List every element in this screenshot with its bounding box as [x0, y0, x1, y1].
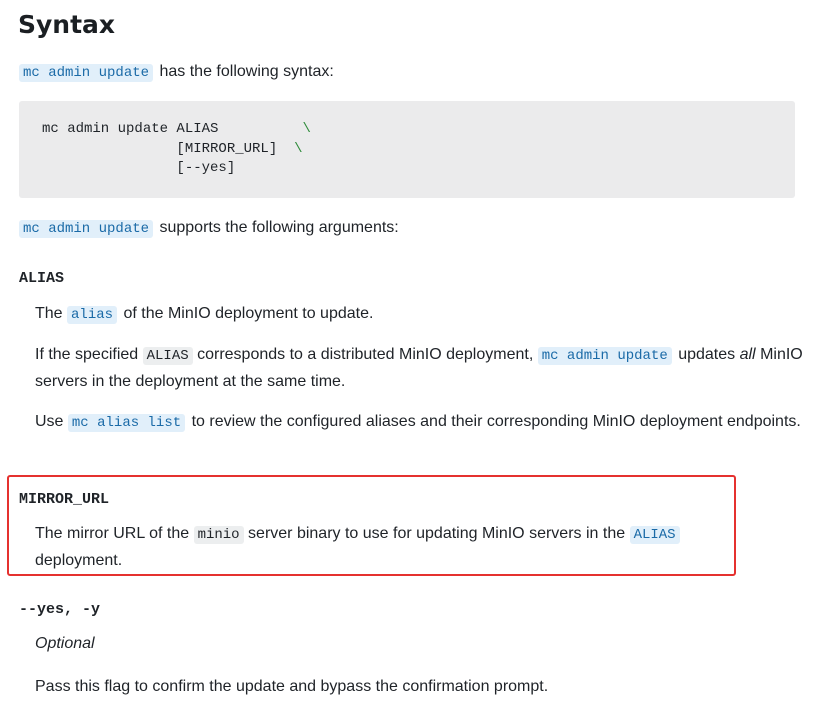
text: The — [35, 305, 63, 322]
section-title: Syntax — [18, 10, 116, 39]
alias-description-3: Use mc alias list to review the configur… — [35, 409, 805, 436]
code-line-3: [--yes] — [176, 160, 236, 176]
syntax-intro: mc admin update has the following syntax… — [19, 59, 334, 86]
text: of the MinIO deployment to update. — [123, 305, 374, 322]
argument-term-alias: ALIAS — [19, 270, 65, 287]
args-intro-text: supports the following arguments: — [159, 219, 399, 236]
code-text: mc admin update ALIAS \ [MIRROR_URL] \ [… — [42, 120, 311, 179]
code-continuation-2: \ — [294, 140, 303, 157]
args-intro: mc admin update supports the following a… — [19, 215, 399, 242]
optional-label: Optional — [35, 631, 805, 657]
text: to review the configured aliases and the… — [191, 413, 723, 430]
code-line-1: mc admin update ALIAS — [42, 121, 219, 137]
minio-literal: minio — [193, 526, 244, 544]
mirror-url-description: The mirror URL of the minio server binar… — [35, 521, 735, 574]
argument-term-mirror-url: MIRROR_URL — [19, 491, 110, 508]
alias-link[interactable]: alias — [67, 306, 118, 324]
text: corresponds to a distributed MinIO deplo… — [197, 346, 534, 363]
alias-link[interactable]: ALIAS — [629, 526, 680, 544]
command-link[interactable]: mc admin update — [19, 64, 154, 82]
alias-literal: ALIAS — [142, 347, 193, 365]
text: The mirror URL of the — [35, 525, 190, 542]
text: If the specified — [35, 346, 139, 363]
emphasis: all — [739, 346, 756, 363]
optional-text: Optional — [35, 635, 95, 652]
yes-description: Pass this flag to confirm the update and… — [35, 678, 549, 695]
command-link[interactable]: mc admin update — [537, 347, 672, 365]
alias-list-link[interactable]: mc alias list — [67, 414, 186, 432]
text: server binary to use for updating MinIO … — [248, 525, 626, 542]
code-line-2: [MIRROR_URL] — [176, 140, 278, 157]
syntax-code-block: mc admin update ALIAS \ [MIRROR_URL] \ [… — [19, 101, 795, 198]
command-link[interactable]: mc admin update — [19, 220, 154, 238]
text: Use — [35, 413, 64, 430]
code-continuation-1: \ — [302, 121, 311, 137]
text: updates — [678, 346, 736, 363]
syntax-intro-text: has the following syntax: — [159, 63, 334, 80]
text: deployment. — [35, 552, 123, 569]
alias-description-2: If the specified ALIAS corresponds to a … — [35, 342, 805, 395]
argument-term-yes: --yes, -y — [19, 601, 101, 618]
text: endpoints. — [727, 413, 801, 430]
alias-description-1: The alias of the MinIO deployment to upd… — [35, 301, 805, 328]
docs-page: Syntax mc admin update has the following… — [0, 0, 824, 716]
